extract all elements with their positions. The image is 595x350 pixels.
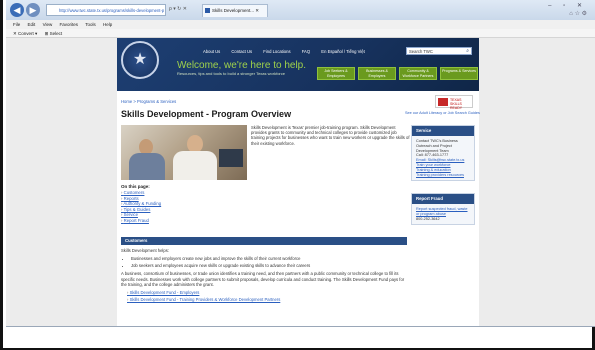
page-title: Skills Development - Program Overview <box>121 109 292 119</box>
service-box-body: Contact TWC's Business Outreach and Proj… <box>412 136 474 180</box>
search-icon[interactable]: ⌕ <box>466 48 469 55</box>
intro-paragraph: Skills Development is Texas' premier job… <box>251 125 410 146</box>
badge-icon <box>438 98 448 106</box>
report-fraud-box: Report Fraud Report suspected fraud, was… <box>411 193 475 226</box>
address-text: http://www.twc.state.tx.us/programs/skil… <box>59 8 165 13</box>
texas-seal-logo[interactable]: ★ <box>121 41 159 79</box>
address-bar-icons[interactable]: ρ ▾ ↻ ✕ <box>169 6 187 12</box>
photo-monitor <box>219 149 243 167</box>
on-this-page-title: On this page: <box>121 184 150 189</box>
select-button[interactable]: ⊞ Select <box>45 31 63 36</box>
customers-lead: Skills Development helps: <box>121 248 169 253</box>
tab-title: Skills Development... ✕ <box>212 8 260 13</box>
photo-person-body <box>173 151 217 180</box>
customers-bullet: Job seekers and employees acquire new sk… <box>131 263 407 268</box>
report-fraud-title: Report Fraud <box>412 194 474 204</box>
resource-links[interactable]: See our Adult Literacy or Job Search Gui… <box>405 111 480 115</box>
programs-button[interactable]: Programs & Services <box>440 67 478 80</box>
search-placeholder: Search TWC <box>409 49 433 54</box>
customers-paragraph: A business, consortium of businesses, or… <box>121 271 405 288</box>
forward-button[interactable]: ▶ <box>26 3 40 17</box>
menu-edit[interactable]: Edit <box>28 22 36 27</box>
window-controls[interactable]: ‒ ▫ ✕ <box>548 2 587 9</box>
menu-file[interactable]: File <box>13 22 20 27</box>
customers-heading: Customers <box>121 237 407 245</box>
nav-faq[interactable]: FAQ <box>302 49 310 54</box>
job-seekers-button[interactable]: Job Seekers & Employees <box>317 67 355 80</box>
back-button[interactable]: ◀ <box>10 3 24 17</box>
service-box: Service Contact TWC's Business Outreach … <box>411 125 475 182</box>
report-fraud-link[interactable]: Report suspected fraud, waste or program… <box>416 207 470 217</box>
report-fraud-body: Report suspected fraud, waste or program… <box>412 204 474 224</box>
photo-person-back-body <box>129 153 165 180</box>
on-this-page-list: Customers Reports Authority & Funding Ti… <box>121 190 161 224</box>
page-viewport[interactable]: ★ About Us Contact Us Find Locations FAQ… <box>6 38 595 326</box>
site-header: ★ About Us Contact Us Find Locations FAQ… <box>117 38 479 91</box>
onpage-link-fraud[interactable]: Report Fraud <box>121 218 161 224</box>
nav-about-us[interactable]: About Us <box>203 49 220 54</box>
menu-bar: File Edit View Favorites Tools Help <box>6 20 595 29</box>
customers-links: Skills Development Fund - Employers Skil… <box>127 290 407 302</box>
businesses-button[interactable]: Businesses & Employers <box>358 67 396 80</box>
browser-window: ◀ ▶ http://www.twc.state.tx.us/programs/… <box>0 0 595 350</box>
service-link-providers[interactable]: Training providers resources <box>416 173 470 178</box>
menu-view[interactable]: View <box>43 22 53 27</box>
tab-favicon-icon <box>205 8 210 13</box>
command-bar: ✕ Convert ▾ ⊞ Select <box>6 29 595 38</box>
nav-find-locations[interactable]: Find Locations <box>263 49 290 54</box>
welcome-heading: Welcome, we're here to help. <box>177 60 307 71</box>
breadcrumb[interactable]: Home > Programs & Services <box>121 99 176 104</box>
browser-toolbar-icons[interactable]: ⌂ ☆ ⚙ <box>569 10 587 17</box>
texas-skills-badge[interactable]: TEXAS SKILLS READY <box>435 95 473 110</box>
service-box-title: Service <box>412 126 474 136</box>
address-bar[interactable]: http://www.twc.state.tx.us/programs/skil… <box>46 4 166 16</box>
nav-language[interactable]: En Español / Tiếng Việt <box>321 49 364 54</box>
onpage-link-authority[interactable]: Authority & Funding <box>121 201 161 207</box>
link-sdf-training-providers[interactable]: Skills Development Fund - Training Provi… <box>127 297 407 302</box>
menu-tools[interactable]: Tools <box>85 22 96 27</box>
community-button[interactable]: Community & Workforce Partners <box>399 67 437 80</box>
menu-help[interactable]: Help <box>103 22 112 27</box>
customers-section: Skills Development helps: Businesses and… <box>121 248 407 305</box>
site-search-input[interactable]: Search TWC ⌕ <box>406 47 472 55</box>
nav-contact-us[interactable]: Contact Us <box>231 49 252 54</box>
customers-bullets: Businesses and employers create new jobs… <box>131 256 407 268</box>
browser-titlebar: ◀ ▶ http://www.twc.state.tx.us/programs/… <box>6 0 595 20</box>
browser-tab[interactable]: Skills Development... ✕ <box>202 4 268 17</box>
hero-photo <box>121 125 247 180</box>
service-text: Contact TWC's Business Outreach and Proj… <box>416 139 458 153</box>
link-sdf-employers[interactable]: Skills Development Fund - Employers <box>127 290 407 295</box>
top-nav: About Us Contact Us Find Locations FAQ E… <box>203 49 375 54</box>
menu-favorites[interactable]: Favorites <box>60 22 79 27</box>
page-content: ★ About Us Contact Us Find Locations FAQ… <box>117 38 480 326</box>
badge-text: TEXAS SKILLS READY <box>450 98 463 110</box>
report-fraud-phone: 800-252-3642 <box>416 216 440 221</box>
star-icon: ★ <box>132 51 148 68</box>
welcome-tagline: Resources, tips and tools to build a str… <box>177 71 285 76</box>
customers-bullet: Businesses and employers create new jobs… <box>131 256 407 261</box>
convert-button[interactable]: ✕ Convert ▾ <box>13 31 37 36</box>
status-divider <box>6 326 595 327</box>
